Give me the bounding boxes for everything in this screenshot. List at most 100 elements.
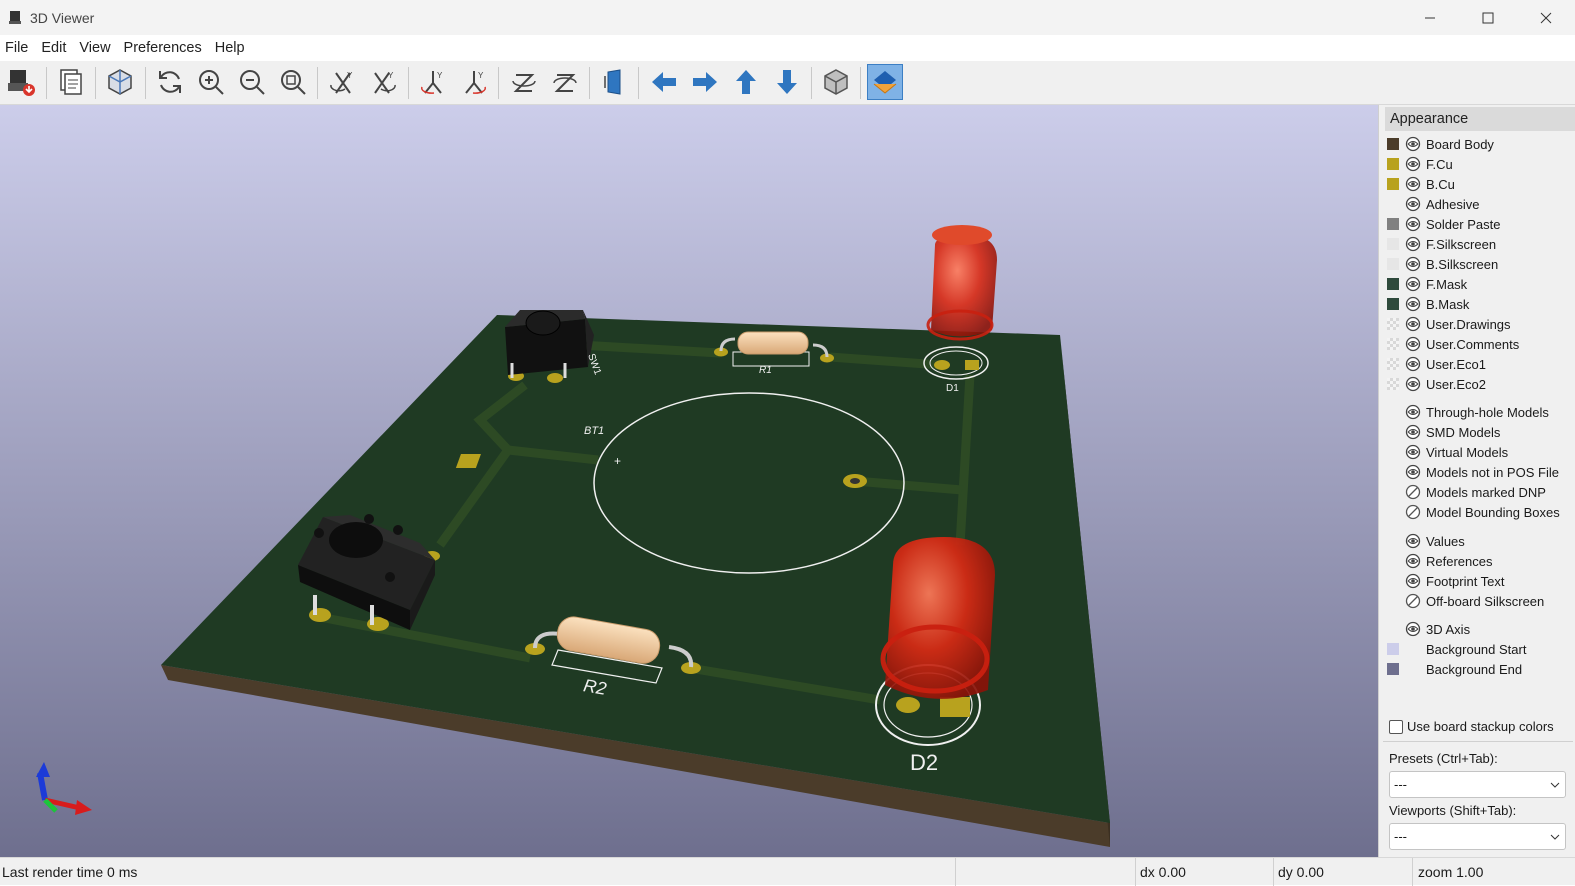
eye-icon[interactable] (1405, 573, 1421, 589)
color-swatch[interactable] (1387, 643, 1399, 655)
layer-row-adhesive[interactable]: Adhesive (1387, 194, 1479, 214)
layer-row-user-comments[interactable]: User.Comments (1387, 334, 1519, 354)
move-down-button[interactable] (769, 64, 805, 100)
rotate-x-cw-button[interactable]: Y (325, 64, 361, 100)
layer-row-smd-models[interactable]: SMD Models (1387, 422, 1500, 442)
layer-row-user-drawings[interactable]: User.Drawings (1387, 314, 1511, 334)
layer-row-board-body[interactable]: Board Body (1387, 134, 1494, 154)
rotate-x-ccw-button[interactable]: Y (366, 64, 402, 100)
color-swatch[interactable] (1387, 178, 1399, 190)
eye-icon[interactable] (1405, 621, 1421, 637)
maximize-button[interactable] (1459, 0, 1517, 35)
color-swatch[interactable] (1387, 138, 1399, 150)
eye-icon[interactable] (1405, 376, 1421, 392)
layer-row-off-board-silkscreen[interactable]: Off-board Silkscreen (1387, 591, 1544, 611)
rotate-z-ccw-button[interactable] (547, 64, 583, 100)
layer-row-models-not-in-pos-file[interactable]: Models not in POS File (1387, 462, 1559, 482)
reload-button[interactable] (152, 64, 188, 100)
layer-row-references[interactable]: References (1387, 551, 1492, 571)
move-left-button[interactable] (646, 64, 682, 100)
eye-icon[interactable] (1405, 216, 1421, 232)
ortho-view-button[interactable] (818, 64, 854, 100)
eye-icon[interactable] (1405, 136, 1421, 152)
color-swatch[interactable] (1387, 378, 1399, 390)
menu-preferences[interactable]: Preferences (118, 40, 209, 56)
layer-row-solder-paste[interactable]: Solder Paste (1387, 214, 1500, 234)
rotate-y-cw-button[interactable]: Y (415, 64, 451, 100)
visibility-off-icon[interactable] (1405, 504, 1421, 520)
visibility-off-icon[interactable] (1405, 593, 1421, 609)
copy-image-button[interactable] (52, 64, 88, 100)
color-swatch[interactable] (1387, 298, 1399, 310)
layer-row-user-eco2[interactable]: User.Eco2 (1387, 374, 1486, 394)
rotate-z-cw-icon (512, 74, 536, 92)
eye-icon[interactable] (1405, 236, 1421, 252)
close-icon (1540, 12, 1552, 23)
color-swatch[interactable] (1387, 338, 1399, 350)
layer-row-virtual-models[interactable]: Virtual Models (1387, 442, 1508, 462)
use-stackup-row[interactable]: Use board stackup colors (1389, 719, 1554, 734)
zoom-fit-button[interactable] (275, 64, 311, 100)
layer-row-through-hole-models[interactable]: Through-hole Models (1387, 402, 1549, 422)
layer-row-background-end[interactable]: Background End (1387, 659, 1522, 679)
viewports-select[interactable]: --- (1389, 823, 1566, 850)
color-swatch[interactable] (1387, 218, 1399, 230)
eye-icon[interactable] (1405, 296, 1421, 312)
color-swatch[interactable] (1387, 278, 1399, 290)
color-swatch[interactable] (1387, 358, 1399, 370)
eye-icon[interactable] (1405, 196, 1421, 212)
eye-icon[interactable] (1405, 464, 1421, 480)
3d-viewport[interactable]: BT1 + SW1 R1 D1 R2 D2 (0, 105, 1378, 857)
zoom-out-button[interactable] (234, 64, 270, 100)
eye-icon[interactable] (1405, 424, 1421, 440)
eye-icon[interactable] (1405, 176, 1421, 192)
eye-icon[interactable] (1405, 444, 1421, 460)
eye-icon[interactable] (1405, 553, 1421, 569)
use-stackup-checkbox[interactable] (1389, 719, 1403, 734)
toggle-layers-button[interactable] (867, 64, 903, 100)
move-up-button[interactable] (728, 64, 764, 100)
layer-row-background-start[interactable]: Background Start (1387, 639, 1526, 659)
layer-row-models-marked-dnp[interactable]: Models marked DNP (1387, 482, 1546, 502)
layer-row-footprint-text[interactable]: Footprint Text (1387, 571, 1505, 591)
eye-icon[interactable] (1405, 276, 1421, 292)
layer-row-b-cu[interactable]: B.Cu (1387, 174, 1455, 194)
export-image-button[interactable] (3, 64, 39, 100)
eye-icon[interactable] (1405, 336, 1421, 352)
raytrace-button[interactable] (102, 64, 138, 100)
color-swatch[interactable] (1387, 238, 1399, 250)
color-swatch[interactable] (1387, 318, 1399, 330)
visibility-off-icon[interactable] (1405, 484, 1421, 500)
layer-row-b-mask[interactable]: B.Mask (1387, 294, 1469, 314)
layer-row-f-silkscreen[interactable]: F.Silkscreen (1387, 234, 1496, 254)
layer-row-3d-axis[interactable]: 3D Axis (1387, 619, 1470, 639)
eye-icon[interactable] (1405, 156, 1421, 172)
presets-select[interactable]: --- (1389, 771, 1566, 798)
menu-help[interactable]: Help (209, 40, 252, 56)
eye-icon[interactable] (1405, 533, 1421, 549)
layer-row-values[interactable]: Values (1387, 531, 1465, 551)
layer-row-user-eco1[interactable]: User.Eco1 (1387, 354, 1486, 374)
zoom-in-button[interactable] (193, 64, 229, 100)
rotate-z-cw-button[interactable] (506, 64, 542, 100)
ortho-view-icon (824, 69, 848, 95)
eye-icon[interactable] (1405, 356, 1421, 372)
move-right-button[interactable] (687, 64, 723, 100)
color-swatch[interactable] (1387, 158, 1399, 170)
close-button[interactable] (1517, 0, 1575, 35)
minimize-button[interactable] (1401, 0, 1459, 35)
menu-view[interactable]: View (73, 40, 117, 56)
layer-row-model-bounding-boxes[interactable]: Model Bounding Boxes (1387, 502, 1560, 522)
rotate-y-ccw-button[interactable]: Y (456, 64, 492, 100)
flip-board-button[interactable] (596, 64, 632, 100)
menu-file[interactable]: File (0, 40, 35, 56)
layer-row-f-mask[interactable]: F.Mask (1387, 274, 1467, 294)
eye-icon[interactable] (1405, 404, 1421, 420)
menu-edit[interactable]: Edit (35, 40, 73, 56)
color-swatch[interactable] (1387, 258, 1399, 270)
eye-icon[interactable] (1405, 256, 1421, 272)
layer-row-f-cu[interactable]: F.Cu (1387, 154, 1453, 174)
layer-row-b-silkscreen[interactable]: B.Silkscreen (1387, 254, 1498, 274)
eye-icon[interactable] (1405, 316, 1421, 332)
color-swatch[interactable] (1387, 663, 1399, 675)
